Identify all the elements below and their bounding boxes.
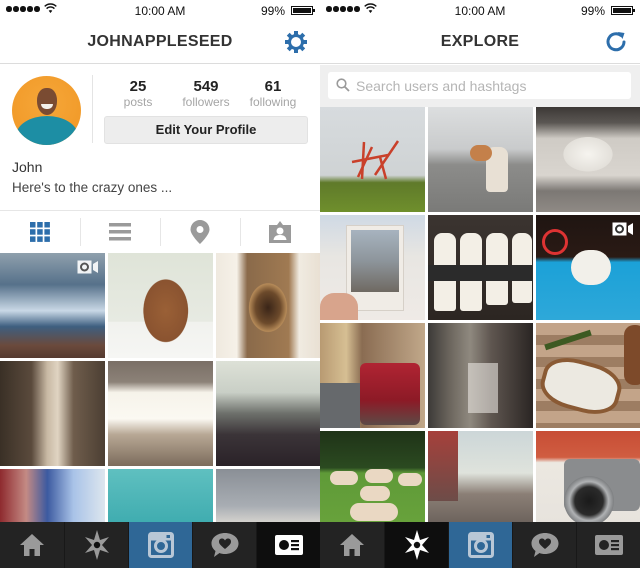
following-label: following [249,95,297,109]
edit-profile-button[interactable]: Edit Your Profile [104,116,308,144]
photo-tile[interactable] [320,323,425,428]
profile-header: 25 posts 549 followers 61 following Edit… [0,65,320,210]
explore-screen: 10:00 AM 99% EXPLORE Search users and ha… [320,0,640,568]
explore-nav-bar: EXPLORE [320,20,640,64]
status-bar: 10:00 AM 99% [0,0,320,20]
photo-tile[interactable] [216,253,320,358]
posts-count: 25 [129,78,147,95]
person-tag-icon [269,221,291,243]
home-icon [19,533,45,557]
divider [92,75,93,143]
tab-home[interactable] [0,522,64,568]
following-stat[interactable]: 61 following [238,78,308,110]
photo-tile[interactable] [320,107,425,212]
explore-photo-grid [320,107,640,536]
list-icon [109,223,131,241]
tab-activity[interactable] [192,522,256,568]
photo-tile[interactable] [320,215,425,320]
tab-profile[interactable] [256,522,320,568]
photo-tile[interactable] [216,361,320,466]
grid-icon [30,222,50,242]
refresh-icon [606,32,626,52]
tab-profile[interactable] [576,522,640,568]
tab-explore[interactable] [384,522,448,568]
tab-camera[interactable] [448,522,512,568]
photo-tile[interactable] [536,323,640,428]
page-title: EXPLORE [440,33,520,50]
tab-list-view[interactable] [80,211,160,253]
tab-grid-view[interactable] [0,211,80,253]
profile-nav-bar: JOHNAPPLESEED [0,20,320,64]
photo-tile[interactable] [108,361,213,466]
tab-activity[interactable] [512,522,576,568]
battery-icon [291,6,315,15]
video-icon [612,222,633,236]
profile-photo-grid [0,253,320,568]
tab-home[interactable] [320,522,384,568]
location-pin-icon [190,220,210,244]
photo-tile[interactable] [428,431,533,536]
profile-screen: 10:00 AM 99% JOHNAPPLESEED 25 posts 549 … [0,0,320,568]
page-title: JOHNAPPLESEED [87,33,233,50]
bio: Here's to the crazy ones ... [12,180,173,195]
tab-bar [320,522,640,568]
photo-tile[interactable] [536,431,640,536]
refresh-button[interactable] [604,30,628,54]
battery-percentage: 99% [580,4,605,18]
photo-tile[interactable] [428,107,533,212]
tab-tagged-photos[interactable] [240,211,320,253]
photo-tile[interactable] [0,361,105,466]
posts-stat[interactable]: 25 posts [103,78,173,110]
camera-icon [147,532,174,558]
battery-icon [611,6,635,15]
settings-button[interactable] [284,30,308,54]
followers-stat[interactable]: 549 followers [171,78,241,110]
photo-tile[interactable] [536,107,640,212]
profile-card-icon [274,535,303,555]
video-icon [77,260,98,274]
search-icon [336,78,350,92]
photo-tile[interactable] [536,215,640,320]
full-name: John [12,159,43,175]
search-input[interactable]: Search users and hashtags [328,72,631,99]
photo-tile[interactable] [0,253,105,358]
photo-tile[interactable] [428,215,533,320]
tab-map-view[interactable] [160,211,240,253]
followers-label: followers [182,95,230,109]
followers-count: 549 [193,78,219,95]
photo-tile[interactable] [108,253,213,358]
tab-explore[interactable] [64,522,128,568]
status-bar: 10:00 AM 99% [320,0,640,20]
following-count: 61 [264,78,282,95]
heart-bubble-icon [530,532,560,558]
profile-view-tabs [0,210,320,252]
posts-label: posts [123,95,153,109]
tab-camera[interactable] [128,522,192,568]
gear-icon [285,31,307,53]
compass-star-icon [82,530,112,560]
profile-card-icon [594,535,623,555]
search-bar-container: Search users and hashtags [320,65,640,107]
search-placeholder: Search users and hashtags [356,78,527,94]
heart-bubble-icon [210,532,240,558]
battery-percentage: 99% [260,4,285,18]
tab-bar [0,522,320,568]
photo-tile[interactable] [320,431,425,536]
photo-tile[interactable] [428,323,533,428]
avatar[interactable] [12,76,81,145]
camera-icon [467,532,494,558]
compass-star-icon [402,530,432,560]
home-icon [339,533,365,557]
